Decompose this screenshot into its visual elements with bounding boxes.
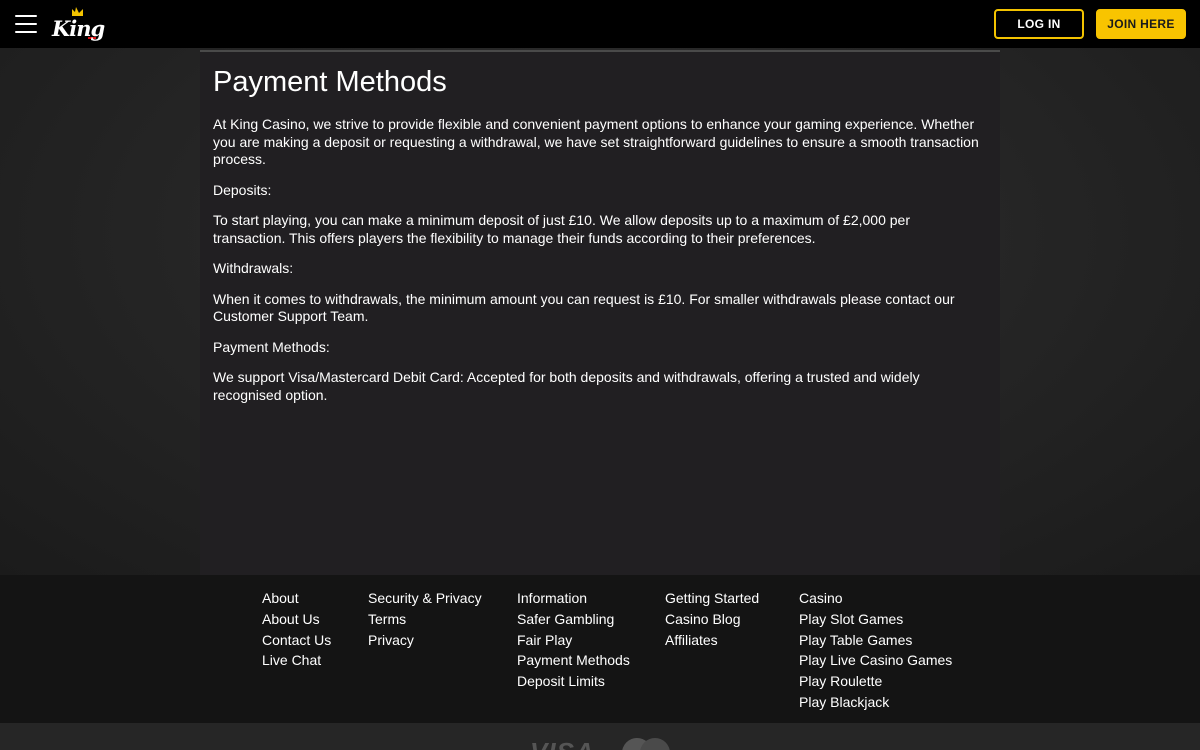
footer-column-information: Information Safer Gambling Fair Play Pay… — [517, 588, 630, 692]
withdrawals-heading: Withdrawals: — [213, 260, 294, 276]
mastercard-logo — [622, 738, 672, 750]
footer-link-contact-us[interactable]: Contact Us — [262, 630, 331, 651]
deposits-paragraph: To start playing, you can make a minimum… — [213, 212, 910, 246]
logo-text: King — [52, 16, 105, 41]
footer-link-safer-gambling[interactable]: Safer Gambling — [517, 609, 630, 630]
footer-link-about-us[interactable]: About Us — [262, 609, 331, 630]
footer-link-fair-play[interactable]: Fair Play — [517, 630, 630, 651]
payment-logos-bar: VISA — [0, 723, 1200, 750]
intro-paragraph: At King Casino, we strive to provide fle… — [213, 116, 979, 167]
footer-column-getting-started: Getting Started Casino Blog Affiliates — [665, 588, 759, 650]
footer-link-casino-blog[interactable]: Casino Blog — [665, 609, 759, 630]
footer-link-live-chat[interactable]: Live Chat — [262, 650, 331, 671]
hamburger-menu-icon[interactable] — [15, 15, 37, 33]
footer-link-live-casino[interactable]: Play Live Casino Games — [799, 650, 952, 671]
footer-link-terms[interactable]: Terms — [368, 609, 482, 630]
footer-heading: Information — [517, 590, 588, 606]
footer-link-blackjack[interactable]: Play Blackjack — [799, 692, 952, 713]
king-casino-logo[interactable]: King — [52, 6, 105, 44]
footer-heading: Casino — [799, 590, 843, 606]
join-button[interactable]: JOIN HERE — [1096, 9, 1186, 39]
content-card: Payment Methods At King Casino, we striv… — [200, 50, 1000, 575]
footer-link-deposit-limits[interactable]: Deposit Limits — [517, 671, 630, 692]
page-title: Payment Methods — [213, 66, 447, 98]
footer: About About Us Contact Us Live Chat Secu… — [0, 575, 1200, 723]
footer-column-about: About About Us Contact Us Live Chat — [262, 588, 331, 671]
visa-logo: VISA — [530, 737, 595, 750]
page-content: At King Casino, we strive to provide fle… — [213, 116, 983, 417]
withdrawals-paragraph: When it comes to withdrawals, the minimu… — [213, 290, 955, 325]
footer-column-casino: Casino Play Slot Games Play Table Games … — [799, 588, 952, 713]
footer-link-roulette[interactable]: Play Roulette — [799, 671, 952, 692]
footer-heading: Getting Started — [665, 590, 760, 606]
login-button[interactable]: LOG IN — [994, 9, 1084, 39]
footer-link-privacy[interactable]: Privacy — [368, 630, 482, 651]
top-header: King LOG IN JOIN HERE — [0, 0, 1200, 48]
payment-methods-heading: Payment Methods: — [213, 338, 330, 355]
footer-heading: Security & Privacy — [368, 590, 482, 606]
footer-heading: About — [262, 590, 299, 606]
footer-link-affiliates[interactable]: Affiliates — [665, 630, 759, 651]
footer-link-payment-methods[interactable]: Payment Methods — [517, 650, 630, 671]
footer-column-security: Security & Privacy Terms Privacy — [368, 588, 482, 650]
deposits-heading: Deposits: — [213, 181, 272, 198]
footer-link-slot-games[interactable]: Play Slot Games — [799, 609, 952, 630]
payment-methods-paragraph: We support Visa/Mastercard Debit Card: A… — [213, 369, 920, 403]
footer-link-table-games[interactable]: Play Table Games — [799, 630, 952, 651]
